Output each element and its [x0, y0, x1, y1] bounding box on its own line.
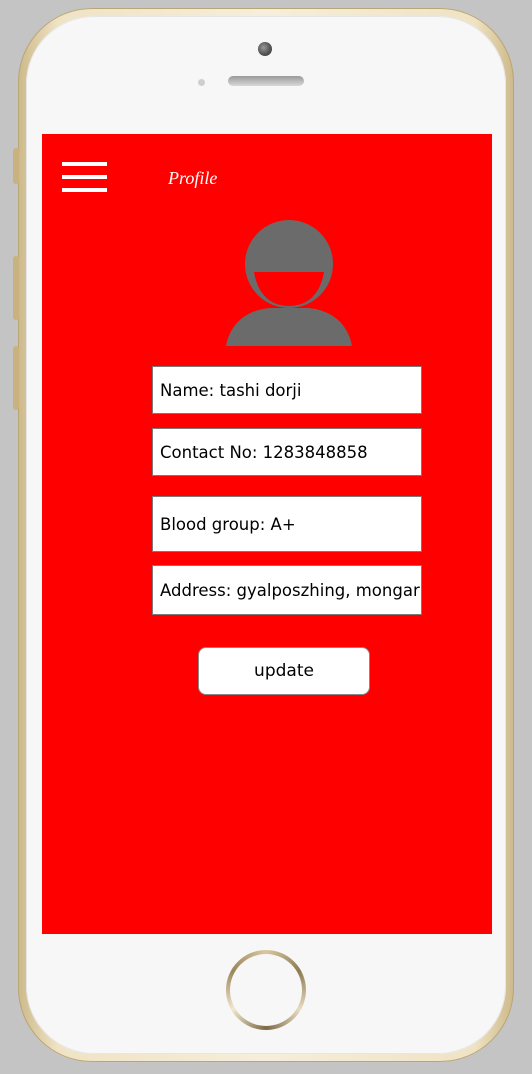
hamburger-menu-icon[interactable] [62, 162, 107, 194]
update-button[interactable]: update [198, 647, 370, 695]
home-button-face [230, 954, 302, 1026]
proximity-sensor [198, 79, 205, 86]
contact-field[interactable]: Contact No: 1283848858 [152, 428, 422, 476]
front-camera [258, 42, 272, 56]
name-field[interactable]: Name: tashi dorji [152, 366, 422, 414]
volume-down-button [13, 346, 19, 410]
address-field[interactable]: Address: gyalposzhing, mongar [152, 565, 422, 615]
mute-switch [13, 148, 19, 184]
earpiece-speaker [228, 76, 304, 86]
app-screen: Profile Name: tashi dorji Contact No: 12… [42, 134, 492, 934]
blood-group-field[interactable]: Blood group: A+ [152, 496, 422, 552]
user-avatar-icon [226, 220, 352, 346]
page-title: Profile [168, 168, 218, 188]
volume-up-button [13, 256, 19, 320]
home-button[interactable] [226, 950, 306, 1030]
